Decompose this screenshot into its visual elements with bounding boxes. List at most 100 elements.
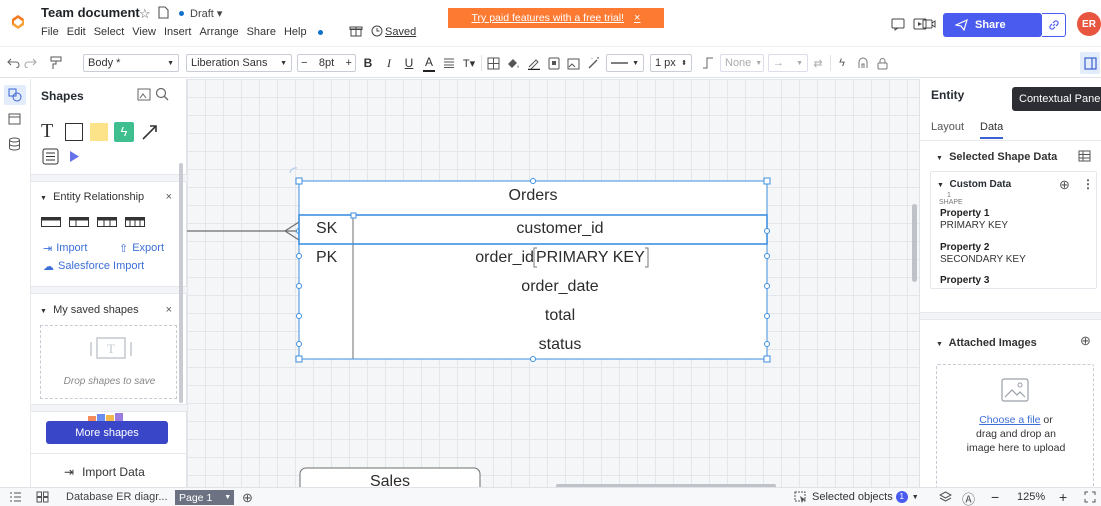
rectangle-shape-icon[interactable] — [65, 123, 83, 141]
avatar[interactable]: ER — [1077, 12, 1101, 36]
sales-table-title[interactable]: Sales — [300, 473, 480, 487]
list-view-icon[interactable] — [9, 491, 22, 503]
shape-style-icon[interactable] — [546, 54, 562, 72]
zoom-level[interactable]: 125% — [1017, 491, 1045, 503]
text-style-select[interactable]: Body * ▼ — [83, 54, 179, 72]
magic-wand-icon[interactable] — [586, 54, 602, 72]
text-options-icon[interactable]: T▾ — [460, 54, 478, 72]
row-field[interactable]: status — [353, 336, 767, 354]
app-logo-icon[interactable] — [9, 13, 27, 31]
font-color-button[interactable]: A — [423, 54, 435, 72]
swap-icon[interactable]: ⇄ — [811, 54, 825, 72]
sticky-note-icon[interactable] — [90, 123, 108, 141]
import-data-button[interactable]: ⇥ Import Data — [64, 465, 145, 479]
document-tab[interactable]: Database ER diagr... — [66, 491, 168, 503]
selected-shape-data-header[interactable]: ▼ Selected Shape Data — [936, 151, 1057, 163]
property-value[interactable]: PRIMARY KEY — [940, 220, 1008, 231]
data-table-icon[interactable] — [1078, 150, 1091, 162]
er-entity-shape-3[interactable] — [97, 217, 117, 227]
align-icon[interactable] — [442, 54, 456, 72]
comment-icon[interactable] — [889, 15, 907, 33]
selected-objects[interactable]: Selected objects 1 ▼ — [794, 491, 919, 503]
fullscreen-icon[interactable] — [1084, 491, 1096, 503]
custom-data-header[interactable]: ▼ Custom Data — [937, 179, 1011, 190]
draft-status[interactable]: Draft ▾ — [190, 7, 222, 20]
orders-table[interactable] — [298, 180, 768, 360]
panel-scrollbar[interactable] — [179, 163, 183, 403]
shapes-tab-icon[interactable] — [4, 85, 26, 105]
row-field[interactable]: order_date — [353, 278, 767, 296]
image-upload-dropzone[interactable]: Choose a file or drag and drop an image … — [936, 364, 1094, 490]
more-options-icon[interactable]: ⋮ — [1082, 177, 1094, 191]
close-icon[interactable]: × — [166, 304, 172, 316]
menu-edit[interactable]: Edit — [67, 26, 86, 38]
page-tab[interactable]: Page 1 ▼ — [175, 490, 234, 505]
promo-banner[interactable]: Try paid features with a free trial! × — [448, 8, 664, 28]
document-title[interactable]: Team document — [41, 5, 140, 20]
gift-icon[interactable] — [349, 24, 363, 38]
search-icon[interactable] — [155, 87, 169, 101]
menu-view[interactable]: View — [132, 26, 156, 38]
er-entity-shape-2[interactable] — [69, 217, 89, 227]
property-value[interactable]: SECONDARY KEY — [940, 254, 1026, 265]
list-shape-icon[interactable] — [42, 148, 59, 165]
video-call-icon[interactable] — [920, 15, 938, 33]
table-icon[interactable] — [485, 54, 501, 72]
entity-relationship-header[interactable]: ▼ Entity Relationship — [40, 191, 144, 203]
saved-status[interactable]: Saved — [385, 26, 416, 38]
more-shapes-button[interactable]: More shapes — [46, 421, 168, 444]
saved-shapes-header[interactable]: ▼ My saved shapes — [40, 304, 139, 316]
tab-data[interactable]: Data — [980, 121, 1004, 139]
share-button[interactable]: Share — [943, 13, 1042, 37]
row-field-editing[interactable]: order_id PRIMARY KEY — [353, 249, 767, 267]
close-icon[interactable]: × — [166, 191, 172, 203]
italic-button[interactable]: I — [383, 54, 395, 72]
line-width-select[interactable]: 1 px ⬍ — [650, 54, 692, 72]
row-key[interactable]: PK — [316, 249, 337, 267]
grid-view-icon[interactable] — [36, 491, 49, 503]
bold-button[interactable]: B — [362, 54, 374, 72]
menu-insert[interactable]: Insert — [164, 26, 192, 38]
tab-layout[interactable]: Layout — [931, 121, 964, 133]
font-family-select[interactable]: Liberation Sans ▼ — [186, 54, 292, 72]
salesforce-import-link[interactable]: ☁ Salesforce Import — [43, 260, 144, 273]
redo-icon[interactable] — [23, 54, 37, 72]
database-icon[interactable] — [8, 137, 21, 151]
choose-file-link[interactable]: Choose a file — [979, 414, 1040, 426]
row-key[interactable]: SK — [316, 220, 337, 238]
image-search-icon[interactable] — [137, 88, 151, 101]
line-shape-icon[interactable] — [700, 54, 716, 72]
menu-share[interactable]: Share — [247, 26, 276, 38]
canvas-vertical-scrollbar[interactable] — [912, 204, 917, 282]
menu-file[interactable]: File — [41, 26, 59, 38]
er-entity-shape-4[interactable] — [125, 217, 145, 227]
saved-shapes-dropzone[interactable]: T Drop shapes to save — [40, 325, 177, 399]
underline-button[interactable]: U — [403, 54, 415, 72]
undo-icon[interactable] — [6, 54, 20, 72]
import-link[interactable]: ⇥ Import — [43, 242, 87, 255]
export-link[interactable]: ⇧ Export — [119, 242, 164, 255]
fill-color-icon[interactable] — [505, 54, 521, 72]
menu-help[interactable]: Help — [284, 26, 331, 38]
font-size-stepper[interactable]: − 8pt + — [297, 54, 356, 72]
arrow-shape-icon[interactable] — [141, 123, 159, 141]
zoom-out-button[interactable]: − — [991, 489, 999, 505]
stencil-icon[interactable] — [856, 54, 870, 72]
line-start-select[interactable]: None ▼ — [720, 54, 764, 72]
lightning-shape-icon[interactable]: ϟ — [114, 122, 134, 142]
table-title[interactable]: Orders — [299, 187, 767, 205]
format-painter-icon[interactable] — [48, 54, 64, 72]
rotate-handle-icon[interactable] — [289, 167, 298, 174]
image-options-icon[interactable] — [566, 54, 582, 72]
accessibility-icon[interactable]: Ⓐ — [962, 489, 975, 506]
lock-icon[interactable] — [875, 54, 889, 72]
menu-select[interactable]: Select — [94, 26, 125, 38]
promo-text[interactable]: Try paid features with a free trial! — [472, 12, 625, 24]
layers-icon[interactable] — [939, 491, 952, 503]
attached-images-header[interactable]: ▼ Attached Images — [936, 337, 1037, 349]
contextual-panel-toggle[interactable] — [1080, 52, 1100, 74]
add-page-icon[interactable]: ⊕ — [242, 490, 253, 506]
document-icon[interactable] — [158, 6, 169, 19]
zoom-in-button[interactable]: + — [1059, 489, 1067, 505]
diagram-canvas[interactable]: Orders SK customer_id PK order_id PRIMARY… — [187, 79, 919, 487]
